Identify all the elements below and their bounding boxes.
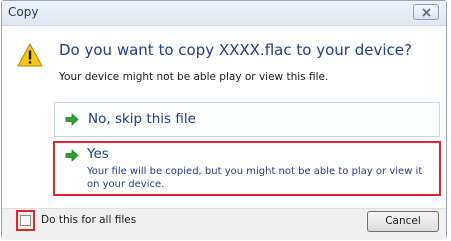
dialog-heading: Do you want to copy XXXX.flac to your de… (59, 41, 412, 59)
yes-label: Yes (87, 146, 109, 162)
warning-icon (17, 43, 43, 67)
title-bar: Copy (2, 1, 446, 26)
dialog-subtext: Your device might not be able play or vi… (59, 71, 329, 83)
yes-copy-option[interactable]: Yes Your file will be copied, but you mi… (53, 141, 441, 196)
green-arrow-icon (65, 113, 79, 126)
cancel-button[interactable]: Cancel (367, 211, 439, 232)
close-button[interactable] (413, 4, 439, 20)
copy-dialog: Copy Do you want to copy XXXX.flac to yo… (1, 0, 447, 240)
skip-file-label: No, skip this file (88, 111, 196, 127)
close-icon (422, 8, 431, 17)
checkbox-highlight (16, 210, 35, 231)
yes-description: Your file will be copied, but you might … (87, 166, 423, 190)
apply-to-all-label[interactable]: Do this for all files (41, 214, 136, 226)
green-arrow-icon (65, 149, 79, 162)
apply-to-all-checkbox[interactable] (20, 215, 31, 226)
skip-file-option[interactable]: No, skip this file (54, 102, 440, 137)
window-title: Copy (8, 5, 39, 19)
